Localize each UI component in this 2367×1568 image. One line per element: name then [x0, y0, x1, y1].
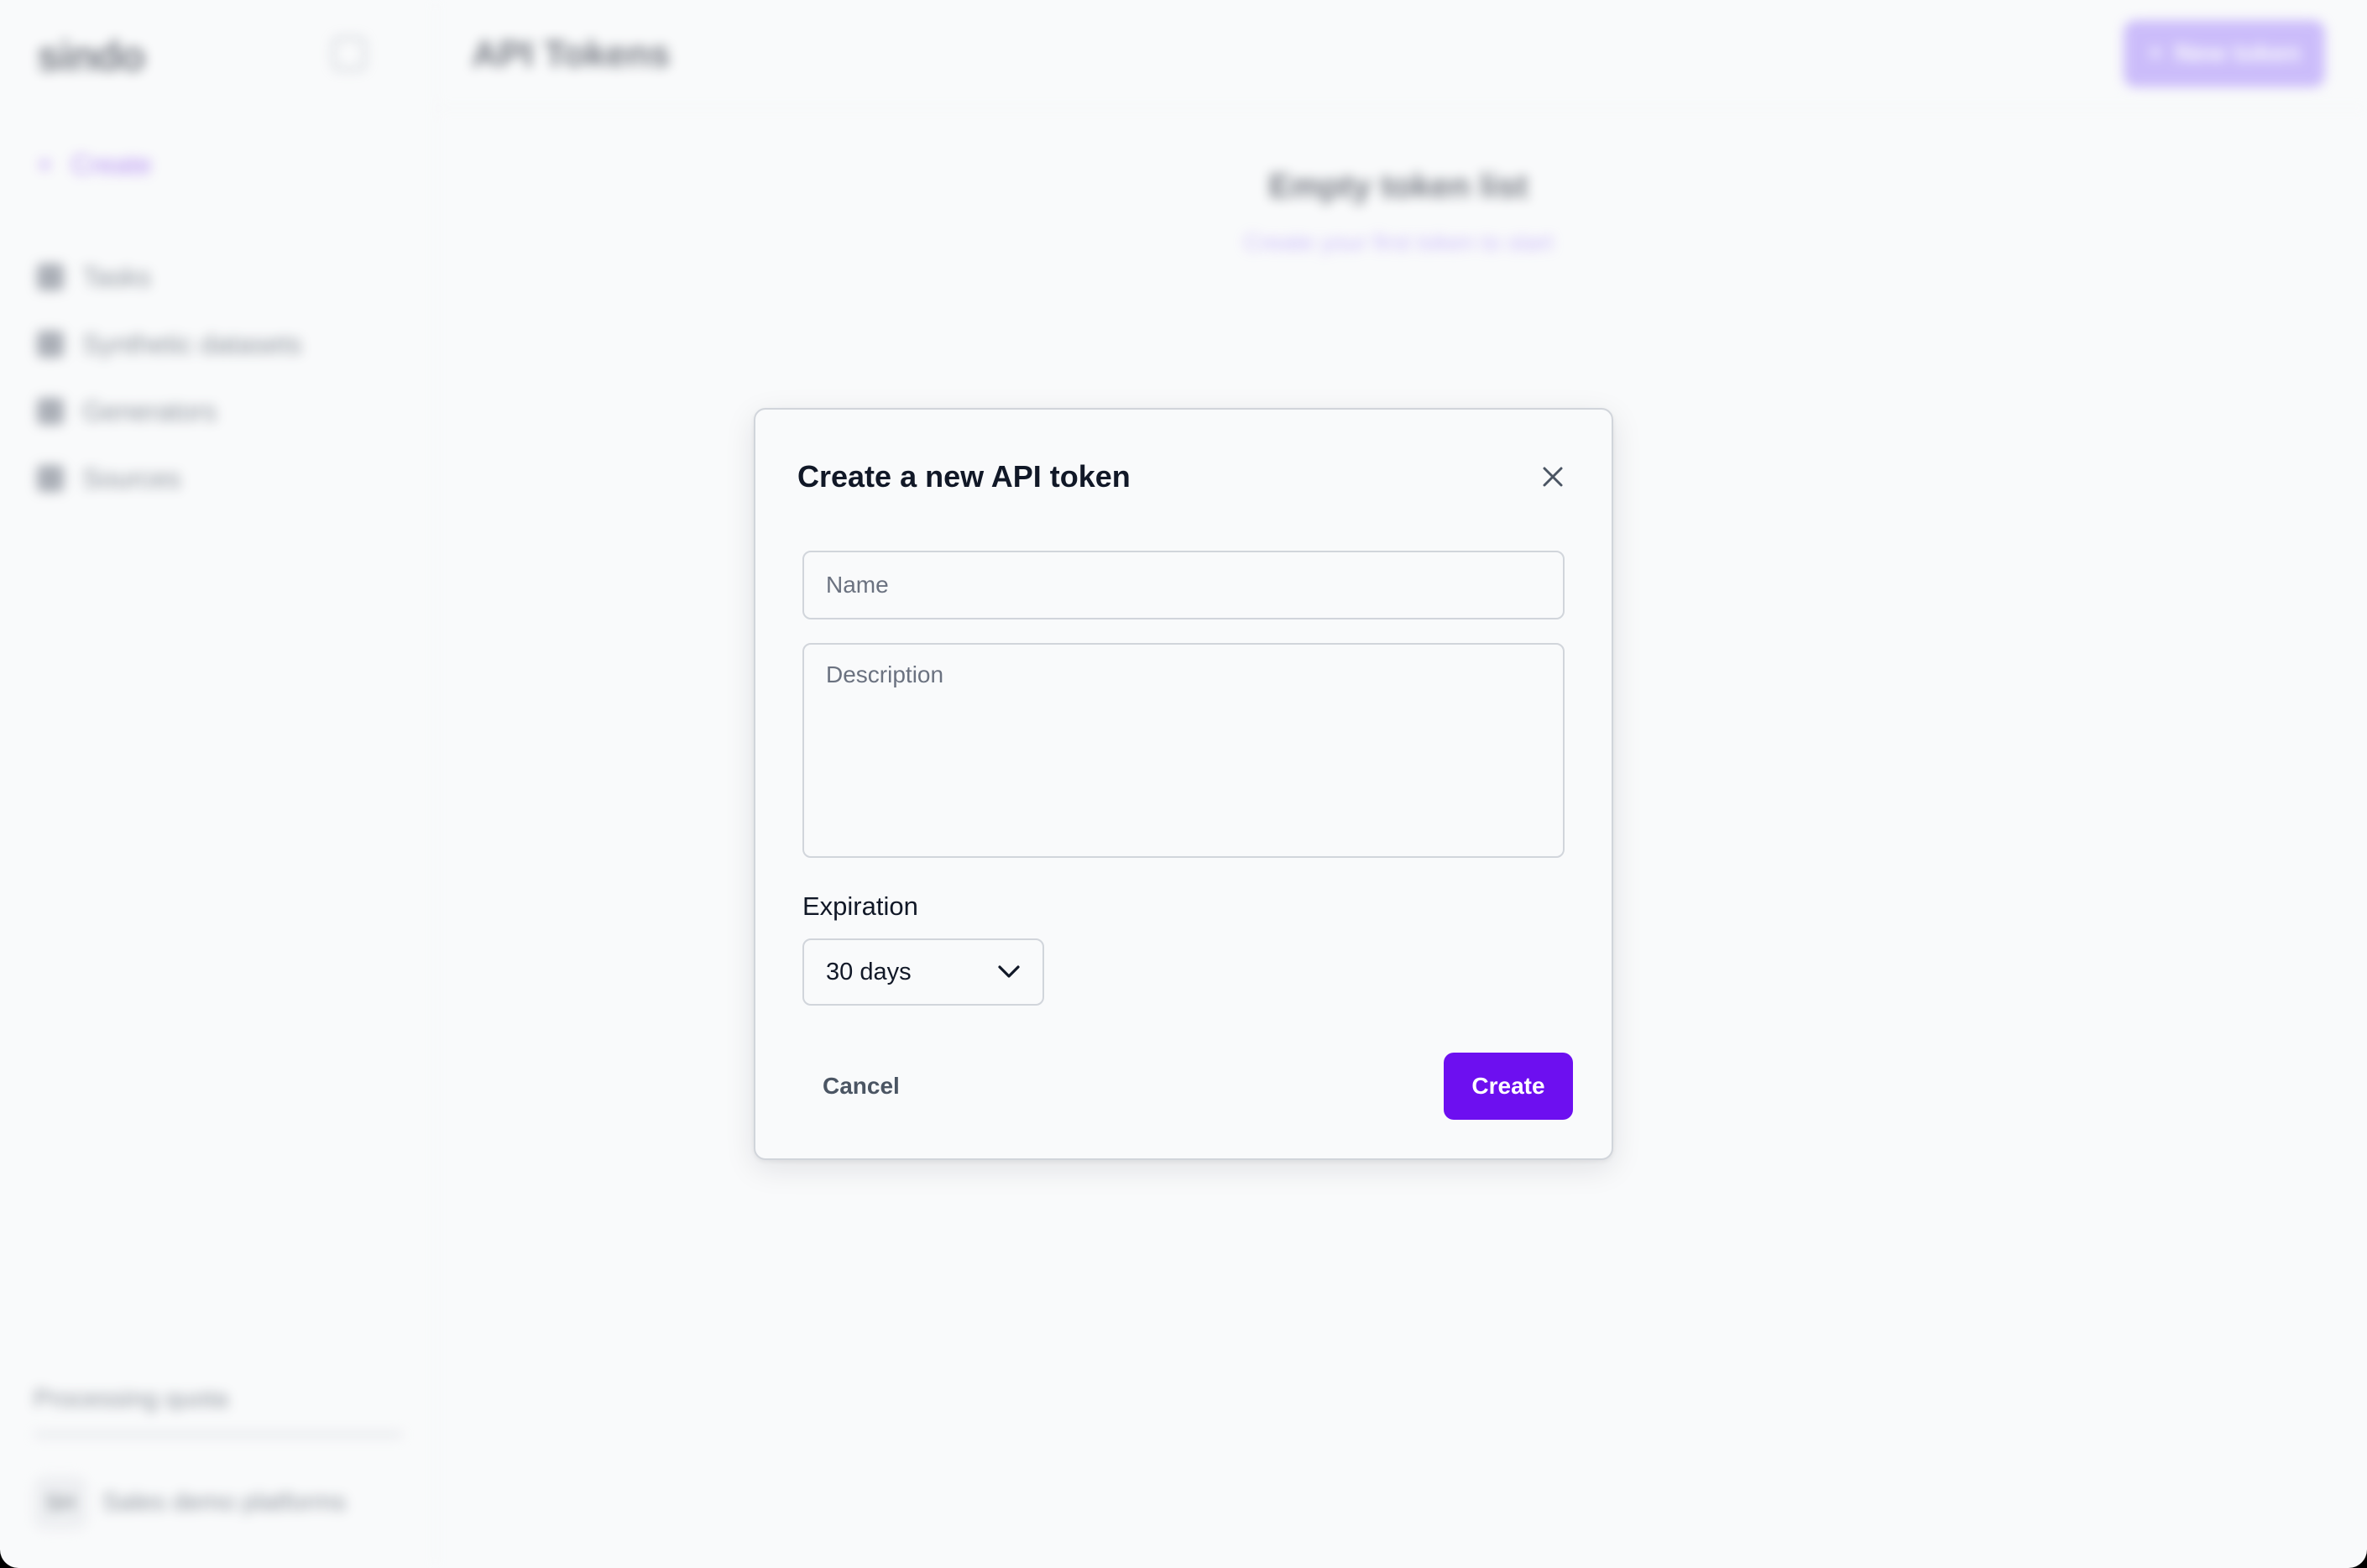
name-input[interactable] — [802, 551, 1565, 619]
sidebar-create-link: + Create — [37, 149, 152, 180]
page-header: API Tokens + New token — [438, 0, 2367, 109]
sidebar-item-generators: Generators — [37, 378, 301, 445]
empty-state-title: Empty token list — [1268, 168, 1528, 205]
quota-bar — [34, 1432, 403, 1437]
sidebar-nav: Tasks Synthetic datasets Generators Sour… — [37, 243, 301, 512]
user-name: Sales demo platforms — [102, 1488, 347, 1516]
empty-state: Empty token list Create your first token… — [1147, 168, 1650, 256]
plus-icon: + — [2148, 39, 2163, 67]
new-token-label: New token — [2174, 39, 2301, 67]
close-button[interactable] — [1534, 458, 1571, 495]
dataset-icon — [37, 331, 64, 358]
new-token-button: + New token — [2124, 20, 2325, 87]
sources-icon — [37, 465, 64, 492]
sidebar-item-label: Synthetic datasets — [82, 328, 302, 359]
generator-icon — [37, 398, 64, 425]
sidebar-collapse-button — [332, 37, 366, 71]
quota-label: Processing quota — [34, 1385, 228, 1413]
logo: sindo — [37, 33, 145, 80]
user-menu: SH Sales demo platforms — [34, 1476, 346, 1529]
sidebar: sindo + Create Tasks Synthetic datasets … — [0, 0, 436, 1568]
avatar: SH — [34, 1476, 87, 1529]
close-icon — [1543, 467, 1563, 487]
tasks-icon — [37, 264, 64, 290]
sidebar-item-tasks: Tasks — [37, 243, 301, 311]
cancel-button[interactable]: Cancel — [802, 1053, 920, 1120]
app-window: sindo + Create Tasks Synthetic datasets … — [0, 0, 2367, 1568]
empty-state-subtitle: Create your first token to start — [1243, 229, 1554, 255]
description-input[interactable] — [802, 643, 1565, 858]
sidebar-item-sources: Sources — [37, 445, 301, 512]
create-token-dialog: Create a new API token Expiration 30 day… — [754, 408, 1613, 1160]
plus-icon: + — [37, 149, 53, 180]
sidebar-create-label: Create — [71, 149, 152, 180]
create-button[interactable]: Create — [1444, 1053, 1573, 1120]
expiration-select[interactable]: 30 days — [802, 938, 1044, 1006]
chevron-down-icon — [998, 965, 1020, 978]
sidebar-item-label: Sources — [82, 463, 181, 494]
expiration-value: 30 days — [826, 958, 912, 985]
quota-panel: Processing quota — [34, 1385, 403, 1437]
sidebar-item-label: Generators — [82, 395, 217, 426]
dialog-title: Create a new API token — [797, 459, 1131, 494]
page-title: API Tokens — [472, 34, 671, 75]
expiration-label: Expiration — [802, 891, 918, 921]
sidebar-item-label: Tasks — [82, 261, 151, 292]
sidebar-item-synthetic-datasets: Synthetic datasets — [37, 311, 301, 378]
